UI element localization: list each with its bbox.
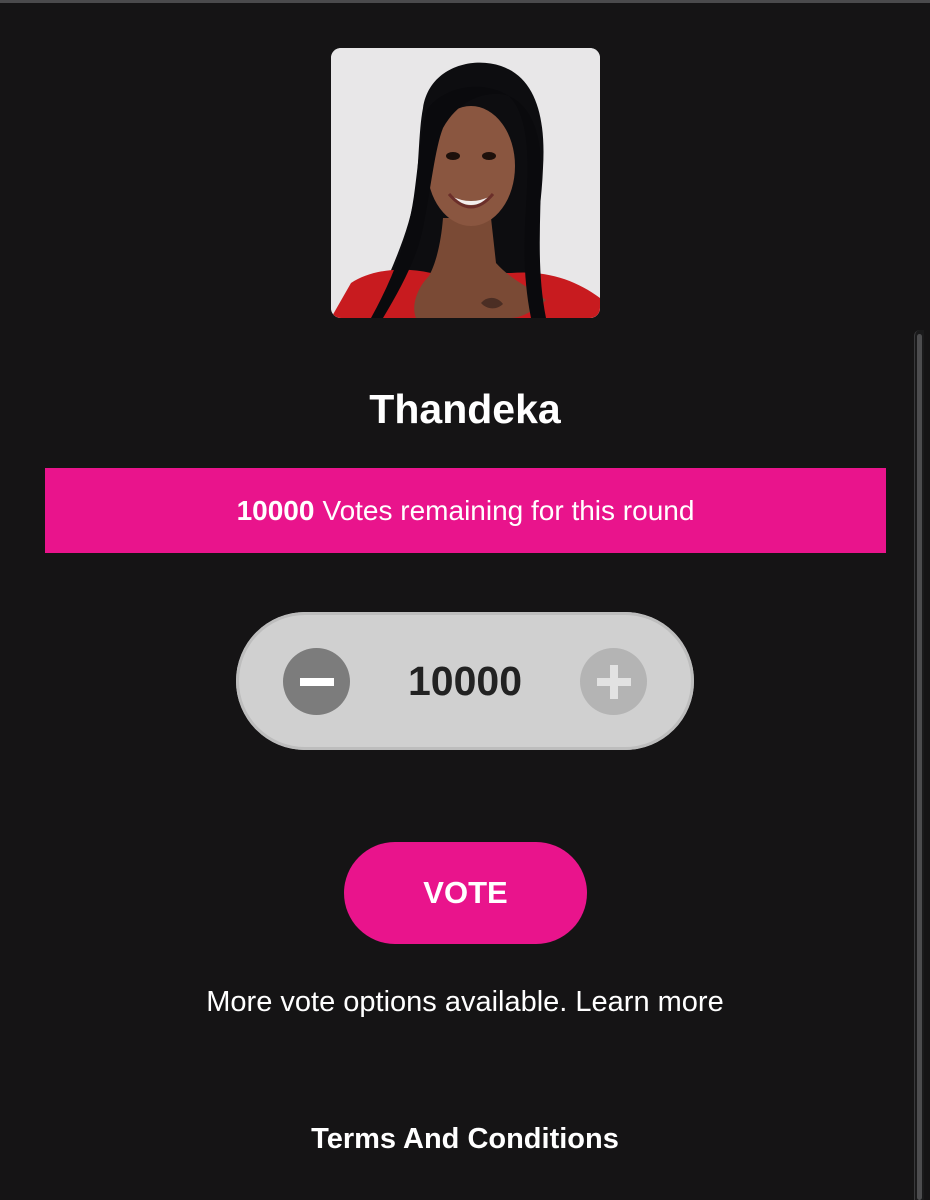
contestant-photo <box>331 48 600 318</box>
votes-remaining-count: 10000 <box>236 494 315 526</box>
vote-button[interactable]: VOTE <box>344 842 587 944</box>
plus-icon <box>596 664 631 699</box>
scrollbar-thumb[interactable] <box>917 334 922 1200</box>
terms-and-conditions-link[interactable]: Terms And Conditions <box>0 1123 930 1156</box>
minus-icon <box>299 677 334 686</box>
increment-button[interactable] <box>580 648 647 715</box>
vote-quantity-stepper: 10000 <box>236 612 694 750</box>
learn-more-link[interactable]: Learn more <box>575 986 723 1018</box>
window-top-border <box>0 0 930 3</box>
vote-quantity-value[interactable]: 10000 <box>361 612 569 750</box>
more-options-text: More vote options available. <box>206 986 568 1018</box>
votes-remaining-banner: 10000 Votes remaining for this round <box>45 468 886 553</box>
more-vote-options: More vote options available. Learn more <box>0 986 930 1019</box>
contestant-name: Thandeka <box>369 386 561 432</box>
votes-remaining-text: Votes remaining for this round <box>322 494 695 526</box>
decrement-button[interactable] <box>283 648 350 715</box>
